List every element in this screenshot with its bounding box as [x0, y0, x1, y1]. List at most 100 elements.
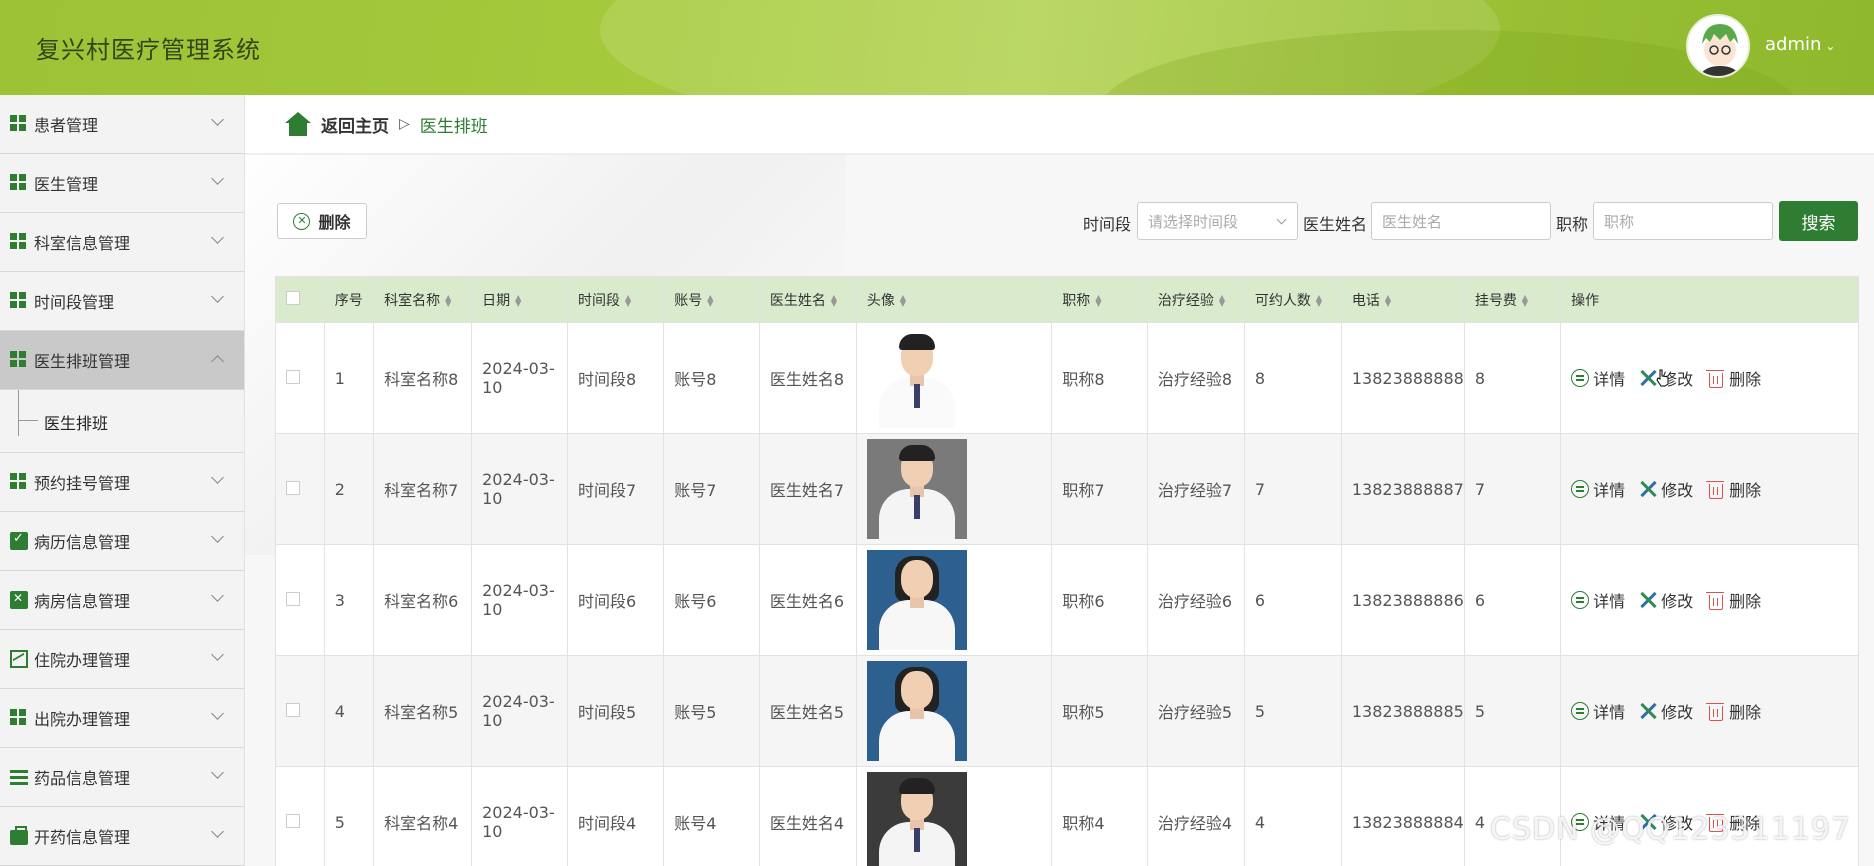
wrench-icon [1639, 480, 1657, 498]
cell-exp: 治疗经验5 [1146, 655, 1245, 767]
sidebar-item-label: 开药信息管理 [34, 828, 131, 847]
cell-date: 2024-03-10 [471, 766, 569, 866]
schedule-table: 序号 科室名称 ▲ ▼ 日期 ▲ ▼ 时间段 ▲ ▼ 账号 ▲ ▼ 医生姓名 ▲ ▼ 头像 ▲ ▼ 职称… [275, 276, 1859, 866]
sidebar-item-doctors[interactable]: 医生管理 [0, 154, 244, 213]
column-header[interactable]: 治疗经验 ▲ ▼ [1146, 276, 1245, 323]
row-select-cell[interactable] [275, 766, 325, 866]
row-select-cell[interactable] [275, 544, 325, 656]
column-header[interactable]: 职称 ▲ ▼ [1051, 276, 1148, 323]
briefcase-icon [10, 825, 28, 845]
title-input[interactable]: 职称 [1593, 202, 1773, 240]
row-checkbox[interactable] [286, 702, 300, 717]
row-select-cell[interactable] [275, 322, 325, 434]
doctor-name-label: 医生姓名 [1303, 215, 1368, 234]
user-avatar[interactable] [1686, 14, 1750, 78]
sidebar-item-label: 患者管理 [34, 116, 99, 135]
cell-date: 2024-03-10 [471, 655, 569, 767]
column-header[interactable]: 头像 ▲ ▼ [855, 276, 1053, 323]
batch-delete-button[interactable]: ✕ 删除 [277, 203, 367, 239]
cell-quota: 7 [1243, 433, 1342, 545]
sort-icon: ▲ ▼ [1218, 292, 1226, 308]
select-all-checkbox[interactable] [286, 290, 300, 305]
chevron-up-icon [211, 355, 224, 368]
detail-icon [1571, 480, 1590, 498]
column-header[interactable]: 可约人数 ▲ ▼ [1243, 276, 1342, 323]
cell-date: 2024-03-10 [471, 322, 569, 434]
sidebar-item-admission[interactable]: 住院办理管理 [0, 630, 244, 689]
detail-button[interactable]: 详情 [1571, 477, 1625, 501]
sidebar-item-appointments[interactable]: 预约挂号管理 [0, 453, 244, 512]
column-header[interactable]: 日期 ▲ ▼ [471, 276, 569, 323]
cell-avatar [855, 433, 1053, 545]
edit-button[interactable]: 修改 [1639, 699, 1693, 723]
sidebar-item-label: 医生管理 [34, 175, 99, 194]
row-select-cell[interactable] [275, 433, 325, 545]
breadcrumb: 返回主页 ▷ 医生排班 [245, 95, 1874, 155]
edit-button[interactable]: 修改 [1639, 477, 1693, 501]
table-row: 4 科室名称5 2024-03-10 时间段5 账号5 医生姓名5 职称5 治疗经验5 5 13… [275, 655, 1859, 767]
username: admin [1765, 34, 1822, 55]
cell-quota: 8 [1243, 322, 1342, 434]
time-slot-select[interactable]: 请选择时间段 [1137, 202, 1298, 240]
sidebar: 患者管理 医生管理 科室信息管理 时间段管理 医生排班管理 医生排班 预约挂号管… [0, 95, 245, 866]
sidebar-item-label: 科室信息管理 [34, 234, 131, 253]
delete-button[interactable]: 删除 [1706, 699, 1761, 723]
row-checkbox[interactable] [286, 369, 300, 384]
cell-avatar [855, 655, 1053, 767]
cell-slot: 时间段4 [567, 766, 665, 866]
top-header: 复兴村医疗管理系统 admin ⌄ [0, 0, 1874, 95]
column-header[interactable]: 账号 ▲ ▼ [663, 276, 760, 323]
column-header[interactable]: 挂号费 ▲ ▼ [1463, 276, 1562, 323]
chevron-down-icon [211, 231, 224, 244]
sidebar-item-discharge[interactable]: 出院办理管理 [0, 689, 244, 748]
column-header[interactable]: 科室名称 ▲ ▼ [373, 276, 473, 323]
cell-date: 2024-03-10 [471, 433, 569, 545]
row-select-cell[interactable] [275, 655, 325, 767]
time-slot-placeholder: 请选择时间段 [1148, 213, 1239, 231]
grid-icon [10, 709, 28, 727]
doctor-name-input[interactable]: 医生姓名 [1371, 202, 1551, 240]
sidebar-item-prescriptions[interactable]: 开药信息管理 [0, 807, 244, 866]
delete-button[interactable]: 删除 [1706, 588, 1761, 612]
doctor-photo [866, 661, 967, 761]
row-checkbox[interactable] [286, 813, 300, 828]
sort-icon: ▲ ▼ [707, 292, 714, 308]
table-row: 3 科室名称6 2024-03-10 时间段6 账号6 医生姓名6 职称6 治疗经验6 6 13… [275, 544, 1859, 656]
sidebar-item-drugs[interactable]: 药品信息管理 [0, 748, 244, 807]
user-menu[interactable]: admin ⌄ [1765, 34, 1835, 55]
watermark: CSDN @QQ123311197 [1490, 812, 1852, 847]
trash-icon [1706, 480, 1725, 499]
home-icon[interactable] [285, 112, 311, 136]
detail-button[interactable]: 详情 [1571, 588, 1625, 612]
delete-button[interactable]: 删除 [1706, 366, 1761, 390]
column-header[interactable]: 时间段 ▲ ▼ [567, 276, 665, 323]
column-header[interactable]: 医生姓名 ▲ ▼ [758, 276, 857, 323]
cell-phone: 13823888887 [1340, 433, 1465, 545]
delete-button[interactable]: 删除 [1706, 477, 1761, 501]
row-checkbox[interactable] [286, 591, 300, 606]
column-header[interactable]: 电话 ▲ ▼ [1340, 276, 1465, 323]
sidebar-subitem-schedule[interactable]: 医生排班 [0, 390, 244, 453]
list-icon [10, 768, 28, 786]
select-all-cell[interactable] [275, 276, 325, 323]
sort-icon: ▲ ▼ [830, 292, 838, 308]
row-checkbox[interactable] [286, 480, 300, 495]
sidebar-item-records[interactable]: 病历信息管理 [0, 512, 244, 571]
cell-name: 医生姓名7 [758, 433, 857, 545]
search-button[interactable]: 搜索 [1779, 201, 1858, 241]
sidebar-item-wards[interactable]: 病房信息管理 [0, 571, 244, 630]
breadcrumb-home[interactable]: 返回主页 [321, 112, 389, 137]
sidebar-item-departments[interactable]: 科室信息管理 [0, 213, 244, 272]
sort-icon: ▲ ▼ [1384, 292, 1391, 308]
cell-no: 5 [323, 766, 375, 866]
sidebar-item-scheduling[interactable]: 医生排班管理 [0, 331, 244, 390]
sort-icon: ▲ ▼ [625, 292, 632, 308]
cell-no: 4 [323, 655, 375, 767]
sidebar-item-timeslots[interactable]: 时间段管理 [0, 272, 244, 331]
cell-avatar [855, 544, 1053, 656]
chevron-down-icon [211, 113, 224, 126]
detail-button[interactable]: 详情 [1571, 699, 1625, 723]
sidebar-item-patients[interactable]: 患者管理 [0, 95, 244, 154]
detail-button[interactable]: 详情 [1571, 366, 1625, 390]
edit-button[interactable]: 修改 [1639, 588, 1693, 612]
